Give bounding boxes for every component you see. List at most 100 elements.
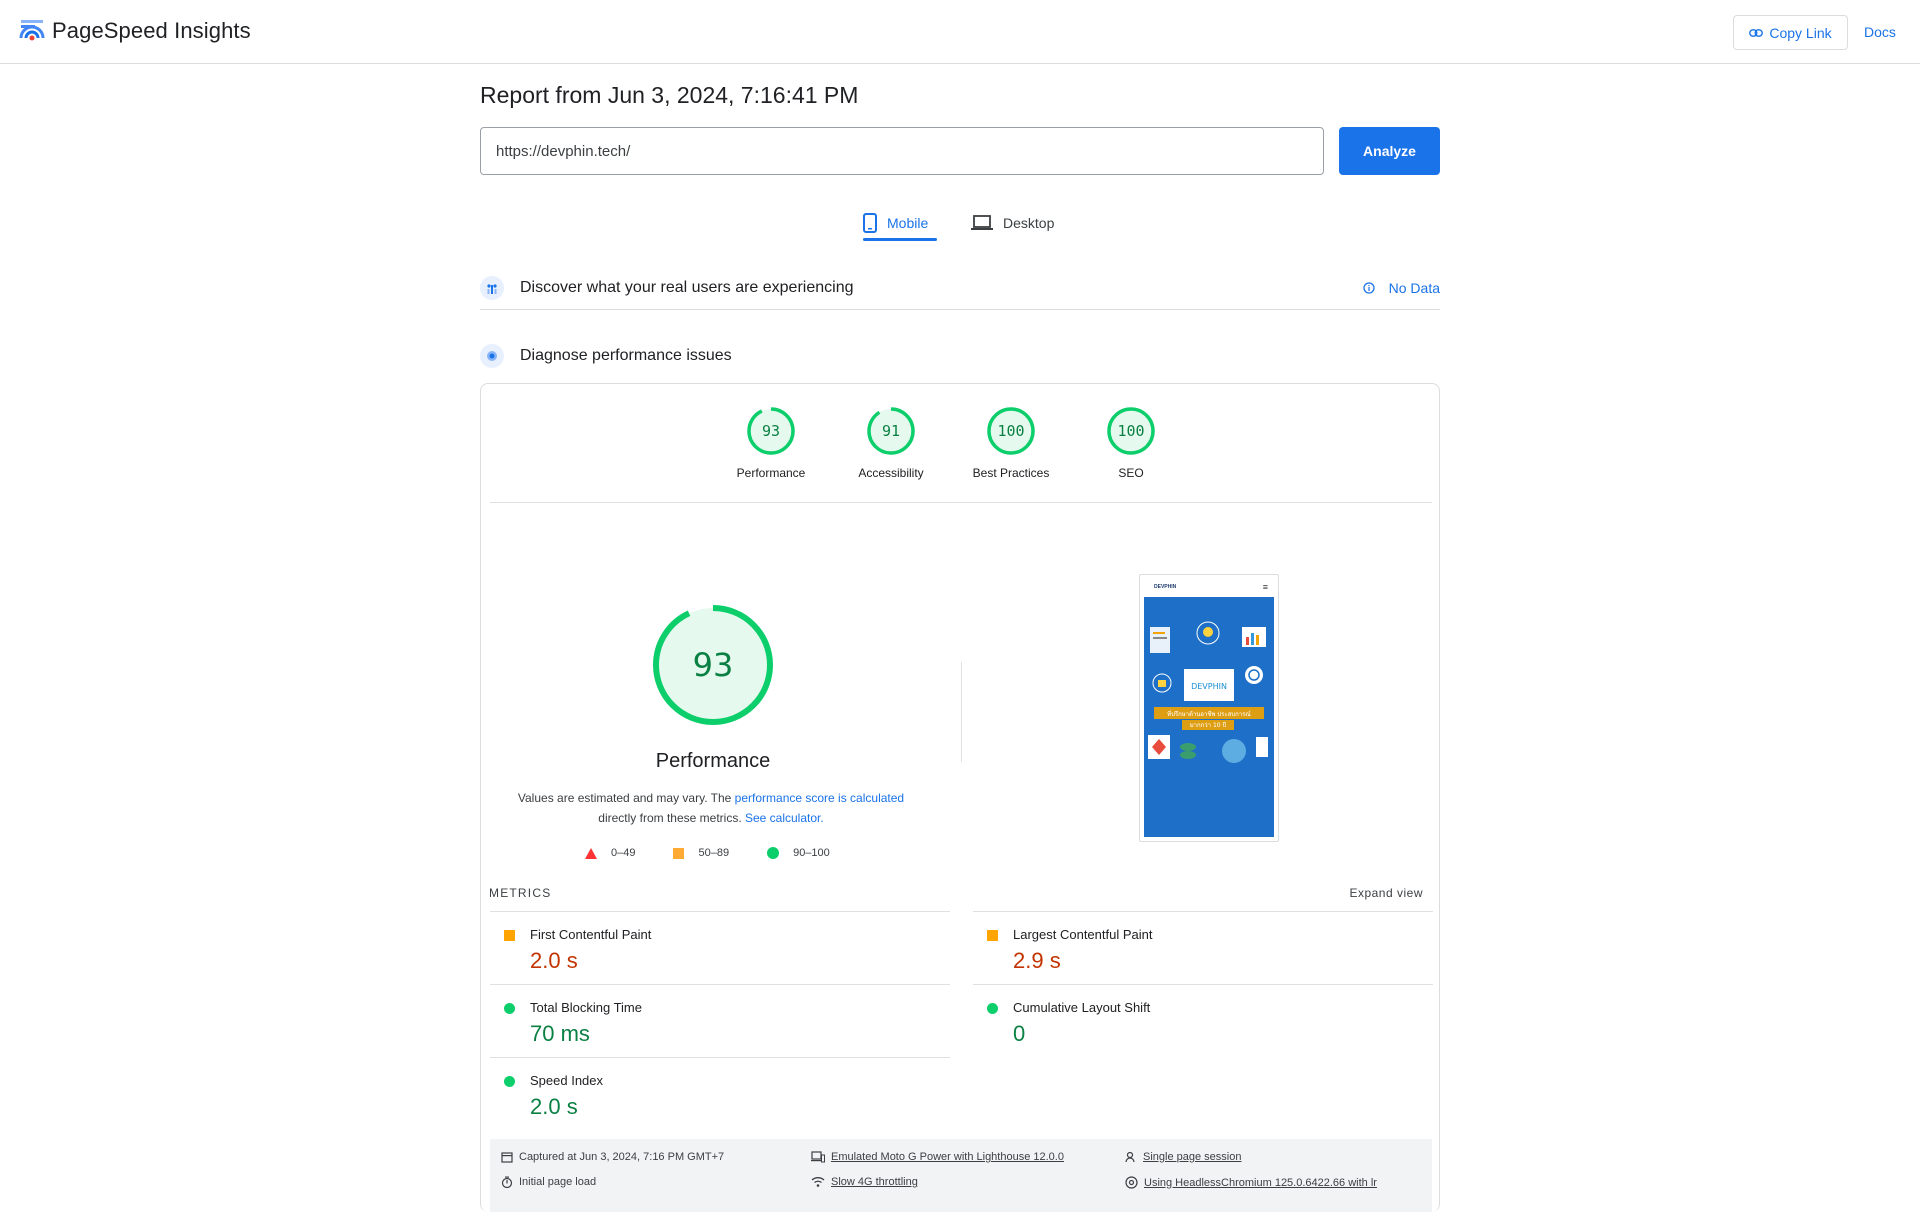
chrome-icon bbox=[1125, 1176, 1138, 1189]
legend-pass: 90–100 bbox=[767, 847, 830, 859]
tab-desktop-label: Desktop bbox=[1003, 215, 1055, 231]
pagespeed-logo-icon[interactable] bbox=[18, 16, 46, 44]
divider bbox=[490, 502, 1432, 503]
gauge-label: Performance bbox=[736, 466, 806, 480]
expand-view-button[interactable]: Expand view bbox=[1349, 886, 1423, 900]
initial-text: Initial page load bbox=[519, 1176, 597, 1188]
mobile-phone-icon bbox=[863, 213, 877, 233]
docs-link[interactable]: Docs bbox=[1864, 24, 1896, 40]
screenshot-logo-text: DEVPHIN bbox=[1191, 682, 1227, 691]
green-circle-icon bbox=[987, 1003, 998, 1014]
report-title: Report from Jun 3, 2024, 7:16:41 PM bbox=[480, 82, 859, 108]
single-page-session[interactable]: Single page session bbox=[1125, 1151, 1241, 1163]
browser-version[interactable]: Using HeadlessChromium 125.0.6422.66 wit… bbox=[1125, 1176, 1377, 1189]
legend-range: 0–49 bbox=[611, 847, 636, 859]
red-triangle-icon bbox=[585, 847, 597, 859]
metric-name: First Contentful Paint bbox=[530, 927, 652, 942]
screenshot-site-header: DEVPHIN ≡ bbox=[1144, 579, 1274, 597]
tab-desktop[interactable]: Desktop bbox=[971, 205, 1054, 241]
brand-title[interactable]: PageSpeed Insights bbox=[52, 18, 251, 44]
metric-value: 70 ms bbox=[530, 1021, 590, 1046]
orange-square-icon bbox=[673, 847, 685, 859]
tab-mobile[interactable]: Mobile bbox=[863, 205, 928, 241]
metric-name: Cumulative Layout Shift bbox=[1013, 1000, 1151, 1015]
metric-name: Largest Contentful Paint bbox=[1013, 927, 1153, 942]
orange-square-icon bbox=[504, 930, 515, 941]
screenshot-tagline: ที่ปรึกษาด้านอาชีพ ประสบการณ์ bbox=[1167, 710, 1251, 718]
gauge-label: Best Practices bbox=[972, 466, 1050, 480]
metric-value: 2.0 s bbox=[530, 1094, 578, 1119]
note-text: Values are estimated and may vary. The bbox=[517, 791, 735, 805]
score-value: 100 bbox=[997, 422, 1024, 440]
emulated-device[interactable]: Emulated Moto G Power with Lighthouse 12… bbox=[811, 1151, 1064, 1163]
browser-text: Using HeadlessChromium 125.0.6422.66 wit… bbox=[1144, 1176, 1377, 1189]
metric-lcp: Largest Contentful Paint 2.9 s bbox=[973, 911, 1433, 985]
metric-value: 0 bbox=[1013, 1021, 1026, 1046]
no-data-status[interactable]: No Data bbox=[1362, 280, 1440, 296]
network-throttling[interactable]: Slow 4G throttling bbox=[811, 1176, 918, 1188]
green-circle-icon bbox=[504, 1076, 515, 1087]
final-screenshot[interactable]: DEVPHIN ≡ DEVPHIN ที่ปรึกษาด้านอาชีพ ประ… bbox=[1139, 574, 1279, 842]
diagnose-section: Diagnose performance issues bbox=[480, 342, 1440, 370]
captured-at: Captured at Jun 3, 2024, 7:16 PM GMT+7 bbox=[501, 1151, 724, 1163]
performance-big-score: 93 bbox=[693, 646, 734, 684]
performance-big-gauge: 93 bbox=[653, 605, 773, 725]
laptop-icon bbox=[971, 215, 993, 230]
analyze-button[interactable]: Analyze bbox=[1339, 127, 1440, 175]
gauge-performance[interactable]: 93 Performance bbox=[716, 406, 826, 480]
legend-average: 50–89 bbox=[673, 847, 729, 859]
gauge-label: Accessibility bbox=[858, 466, 924, 480]
score-ring: 93 bbox=[747, 407, 795, 455]
info-icon bbox=[1362, 282, 1375, 294]
top-bar: PageSpeed Insights Copy Link Docs bbox=[0, 0, 1920, 64]
vertical-separator bbox=[961, 662, 962, 762]
device-text: Emulated Moto G Power with Lighthouse 12… bbox=[831, 1151, 1064, 1163]
legend-range: 90–100 bbox=[793, 847, 830, 859]
metric-name: Speed Index bbox=[530, 1073, 604, 1088]
screenshot-image: DEVPHIN ≡ DEVPHIN ที่ปรึกษาด้านอาชีพ ประ… bbox=[1144, 579, 1274, 837]
orange-square-icon bbox=[987, 930, 998, 941]
tab-selected-indicator bbox=[863, 238, 937, 241]
tab-mobile-label: Mobile bbox=[887, 215, 929, 231]
person-icon bbox=[1125, 1151, 1135, 1163]
metric-tbt: Total Blocking Time 70 ms bbox=[490, 984, 950, 1058]
gauge-best-practices[interactable]: 100 Best Practices bbox=[956, 406, 1066, 480]
performance-note: Values are estimated and may vary. The p… bbox=[511, 788, 911, 828]
score-value: 100 bbox=[1117, 422, 1144, 440]
performance-big-label: Performance bbox=[655, 750, 771, 772]
gauge-seo[interactable]: 100 SEO bbox=[1076, 406, 1186, 480]
copy-link-button[interactable]: Copy Link bbox=[1733, 15, 1848, 50]
screenshot-tagline-2: มากกว่า 10 ปี bbox=[1190, 721, 1227, 729]
hamburger-menu-icon: ≡ bbox=[1262, 582, 1268, 592]
metric-value: 2.0 s bbox=[530, 948, 578, 973]
metric-cls: Cumulative Layout Shift 0 bbox=[973, 984, 1433, 1058]
hero-illustration: DEVPHIN ที่ปรึกษาด้านอาชีพ ประสบการณ์ มา… bbox=[1148, 621, 1268, 763]
metrics-heading: METRICS bbox=[489, 886, 552, 900]
score-calculated-link[interactable]: performance score is calculated bbox=[735, 791, 904, 805]
copy-link-label: Copy Link bbox=[1769, 24, 1832, 41]
green-circle-icon bbox=[767, 847, 780, 859]
url-input[interactable] bbox=[480, 127, 1324, 175]
timer-icon bbox=[501, 1176, 513, 1188]
score-value: 93 bbox=[762, 422, 780, 440]
crux-icon bbox=[480, 275, 504, 300]
score-ring: 100 bbox=[1107, 407, 1155, 455]
session-text: Single page session bbox=[1143, 1151, 1242, 1163]
real-users-section[interactable]: Discover what your real users are experi… bbox=[480, 266, 1440, 310]
gauge-accessibility[interactable]: 91 Accessibility bbox=[836, 406, 946, 480]
calendar-icon bbox=[501, 1152, 513, 1163]
lighthouse-report-card: 93 Performance 91 Accessibility 100 Best… bbox=[480, 383, 1440, 1212]
lighthouse-icon bbox=[480, 344, 504, 368]
legend-fail: 0–49 bbox=[585, 847, 635, 859]
initial-page-load: Initial page load bbox=[501, 1176, 596, 1188]
score-value: 91 bbox=[882, 422, 900, 440]
score-legend: 0–49 50–89 90–100 bbox=[585, 847, 830, 859]
score-ring: 91 bbox=[867, 407, 915, 455]
captured-text: Captured at Jun 3, 2024, 7:16 PM GMT+7 bbox=[519, 1151, 725, 1163]
no-data-label: No Data bbox=[1388, 280, 1440, 296]
throttle-text: Slow 4G throttling bbox=[831, 1176, 918, 1188]
real-users-title: Discover what your real users are experi… bbox=[520, 278, 854, 296]
see-calculator-link[interactable]: See calculator. bbox=[745, 811, 824, 825]
metric-si: Speed Index 2.0 s bbox=[490, 1057, 950, 1131]
metric-value: 2.9 s bbox=[1013, 948, 1061, 973]
